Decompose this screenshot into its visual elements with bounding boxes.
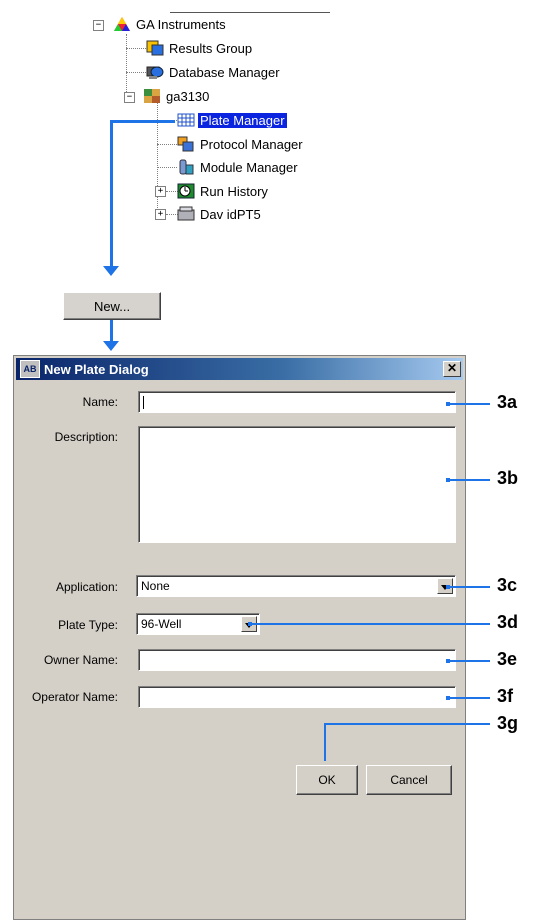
new-button[interactable]: New... <box>63 292 161 320</box>
dialog-title: New Plate Dialog <box>44 361 149 377</box>
plate-type-label: Plate Type: <box>58 618 118 632</box>
tree-item-label: Module Manager <box>200 159 298 175</box>
dialog-titlebar: AB New Plate Dialog ✕ <box>16 358 463 380</box>
tree-item-module-manager[interactable]: Module Manager <box>177 158 300 176</box>
tree-item-label: Database Manager <box>169 64 280 80</box>
callout-label-3g: 3g <box>497 713 519 733</box>
instrument-icon <box>143 88 161 104</box>
tree-item-ga-instruments[interactable]: GA Instruments <box>113 15 228 33</box>
callout-label-3b: 3b <box>497 468 519 488</box>
run-history-icon <box>177 183 195 199</box>
tree-collapse-icon[interactable]: − <box>93 20 104 31</box>
tree-connector <box>157 102 158 214</box>
flow-arrow-icon <box>103 341 119 351</box>
callout-label-3e: 3e <box>497 649 518 669</box>
callout-line <box>448 403 490 405</box>
tree-item-results-group[interactable]: Results Group <box>146 39 254 57</box>
description-field[interactable] <box>138 426 456 543</box>
callout-line <box>448 697 490 699</box>
tree-connector <box>126 48 146 49</box>
close-button[interactable]: ✕ <box>443 361 461 377</box>
flow-arrow-icon <box>103 266 119 276</box>
database-icon <box>146 64 164 80</box>
tree-item-label: Dav idPT5 <box>200 206 261 222</box>
tree-item-run-history[interactable]: Run History <box>177 182 270 200</box>
tree-item-ga3130[interactable]: ga3130 <box>143 87 211 105</box>
tree-connector <box>157 167 177 168</box>
tree-top-border <box>170 12 330 13</box>
callout-label-3c: 3c <box>497 575 518 595</box>
name-field[interactable] <box>138 391 456 413</box>
tree-item-label: Results Group <box>169 40 253 56</box>
tree-expand-icon[interactable]: + <box>155 186 166 197</box>
tree-item-protocol-manager[interactable]: Protocol Manager <box>177 135 305 153</box>
operator-name-field[interactable] <box>138 686 456 708</box>
protocol-icon <box>177 136 195 152</box>
application-label: Application: <box>55 580 118 594</box>
callout-line <box>338 723 490 725</box>
device-icon <box>177 206 195 222</box>
callout-line <box>448 660 490 662</box>
name-label: Name: <box>82 395 118 409</box>
application-value: None <box>141 579 170 593</box>
callout-label-3d: 3d <box>497 612 519 632</box>
tree-item-label: Protocol Manager <box>200 136 303 152</box>
owner-name-field[interactable] <box>138 649 456 671</box>
operator-name-label: Operator Name: <box>31 690 118 704</box>
app-logo-icon: AB <box>20 360 40 378</box>
description-label: Description: <box>54 430 118 444</box>
application-select[interactable]: None <box>136 575 456 597</box>
triangle-logo-icon <box>113 16 131 32</box>
tree-item-label: GA Instruments <box>136 16 226 32</box>
callout-line <box>250 623 490 625</box>
tree-item-label: Run History <box>200 183 268 199</box>
flow-connector <box>110 120 113 268</box>
tree-connector <box>126 34 127 96</box>
callout-line <box>448 586 490 588</box>
results-group-icon <box>146 40 164 56</box>
callout-line <box>324 723 340 725</box>
owner-name-label: Owner Name: <box>43 653 118 667</box>
plate-grid-icon <box>177 112 195 128</box>
cancel-button[interactable]: Cancel <box>366 765 452 795</box>
plate-type-select[interactable]: 96-Well <box>136 613 260 635</box>
tree-item-plate-manager[interactable]: Plate Manager <box>177 111 288 129</box>
tree-item-database-manager[interactable]: Database Manager <box>146 63 282 81</box>
plate-type-value: 96-Well <box>141 617 182 631</box>
callout-line <box>448 479 490 481</box>
callout-label-3a: 3a <box>497 392 518 412</box>
text-caret <box>143 396 144 409</box>
tree-collapse-icon[interactable]: − <box>124 92 135 103</box>
tree-expand-icon[interactable]: + <box>155 209 166 220</box>
ok-button[interactable]: OK <box>296 765 358 795</box>
callout-label-3f: 3f <box>497 686 514 706</box>
callout-line <box>324 723 326 761</box>
tree-item-label: Plate Manager <box>197 111 288 129</box>
tree-item-label: ga3130 <box>166 88 210 104</box>
tree-connector <box>126 72 146 73</box>
tree-connector <box>157 144 177 145</box>
tree-item-device[interactable]: Dav idPT5 <box>177 205 263 223</box>
flow-connector <box>110 319 113 343</box>
module-icon <box>177 159 195 175</box>
flow-connector <box>111 120 175 123</box>
